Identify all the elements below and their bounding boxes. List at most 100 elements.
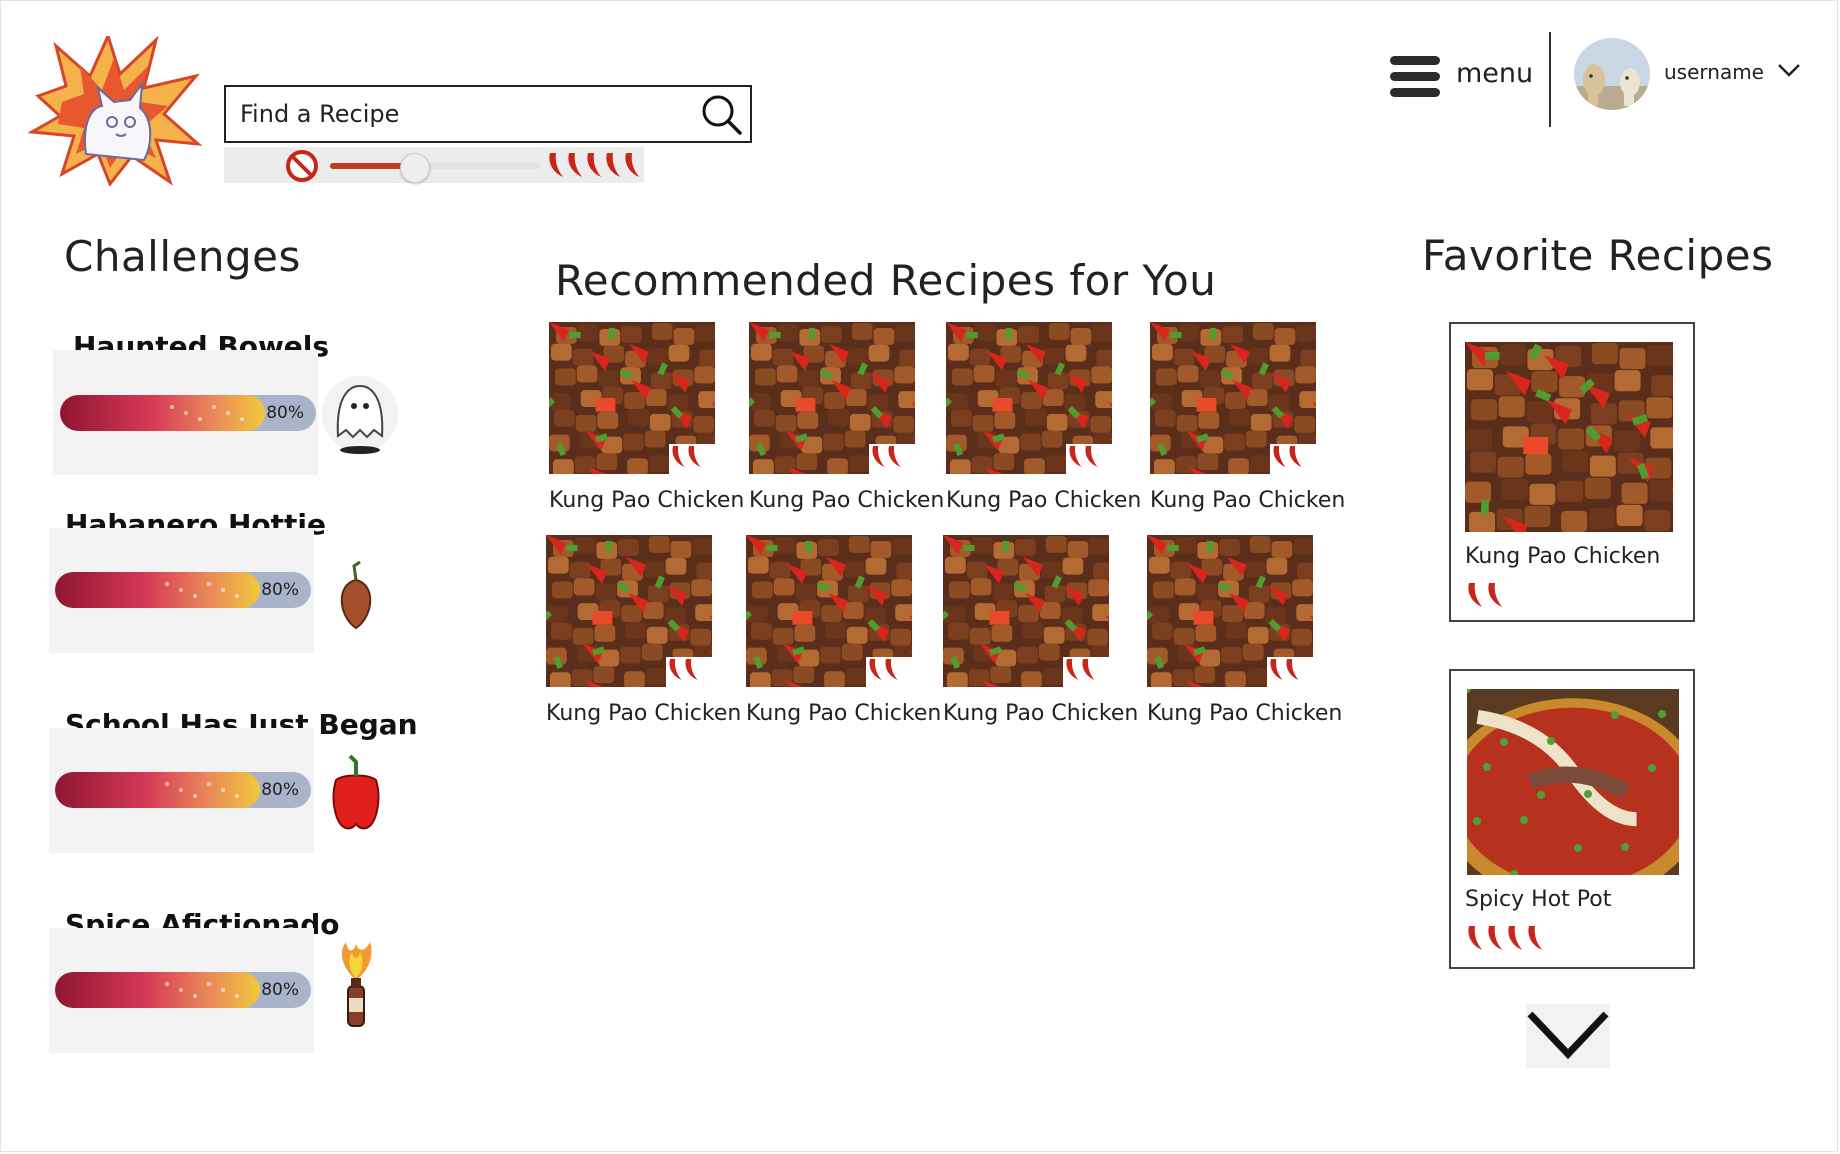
favorite-recipe-card[interactable]: Spicy Hot Pot [1449,669,1695,969]
username-label[interactable]: username [1664,60,1764,84]
kung-pao-chicken-photo[interactable] [1143,322,1334,487]
chili-pepper-icon [549,153,564,177]
recipe-card[interactable]: Kung Pao Chicken [1143,322,1345,513]
recipe-card[interactable]: Kung Pao Chicken [742,322,944,513]
progress-fill [55,572,260,608]
chevron-down-icon[interactable] [1777,62,1801,78]
progress-sparkle [193,594,197,598]
search-bar[interactable] [224,85,752,143]
spicy-cat-logo[interactable] [28,36,206,186]
chili-pepper-icon [1468,926,1483,950]
user-avatar[interactable] [1574,38,1650,110]
habanero-icon [340,560,372,630]
progress-sparkle [221,588,225,592]
kung-pao-chicken-photo[interactable] [939,322,1130,487]
progress-label: 80% [261,780,299,800]
progress-fill [55,972,260,1008]
progress-sparkle [235,994,239,998]
chili-pepper-icon [568,153,583,177]
search-input[interactable] [238,99,702,129]
kung-pao-chicken-photo[interactable] [739,535,930,700]
recipe-name[interactable]: Kung Pao Chicken [943,701,1138,726]
recipe-name[interactable]: Kung Pao Chicken [1147,701,1342,726]
challenge-progress-bar: 80% [55,772,311,808]
progress-sparkle [207,982,211,986]
recipe-name[interactable]: Kung Pao Chicken [749,488,944,513]
progress-label: 80% [261,980,299,1000]
chili-pepper-icon [1488,926,1503,950]
progress-label: 80% [266,403,304,423]
progress-fill [60,395,265,431]
progress-sparkle [207,782,211,786]
recipe-name[interactable]: Kung Pao Chicken [549,488,744,513]
progress-sparkle [198,417,202,421]
hamburger-menu-icon[interactable] [1390,54,1440,100]
progress-sparkle [179,588,183,592]
recipe-card[interactable]: Kung Pao Chicken [542,322,744,513]
progress-sparkle [193,994,197,998]
challenges-title: Challenges [64,232,301,281]
progress-sparkle [221,788,225,792]
kung-pao-chicken-photo[interactable] [1140,535,1331,700]
favorites-title: Favorite Recipes [1422,231,1774,280]
progress-sparkle [184,411,188,415]
progress-sparkle [221,988,225,992]
progress-sparkle [179,988,183,992]
ghost-icon [322,376,398,454]
chili-pepper-icon [1468,583,1483,607]
kung-pao-chicken-photo[interactable] [1465,342,1673,532]
progress-fill [55,772,260,808]
recipe-card[interactable]: Kung Pao Chicken [936,535,1138,726]
spice-slider-handle[interactable] [400,153,430,183]
progress-sparkle [235,594,239,598]
search-icon[interactable] [698,91,744,137]
chili-pepper-icon [1528,926,1543,950]
kung-pao-chicken-photo[interactable] [936,535,1127,700]
recipe-card[interactable]: Kung Pao Chicken [1140,535,1342,726]
favorite-recipe-name[interactable]: Spicy Hot Pot [1465,887,1611,912]
recipe-name[interactable]: Kung Pao Chicken [1150,488,1345,513]
progress-sparkle [165,982,169,986]
header-divider [1549,32,1551,127]
no-spice-icon[interactable] [284,148,320,184]
kung-pao-chicken-photo[interactable] [542,322,733,487]
chili-pepper-icon [606,153,621,177]
progress-sparkle [240,417,244,421]
max-spice-peppers-icon[interactable] [546,150,646,182]
hot-pot-photo[interactable] [1467,689,1679,875]
bell-pepper-icon [332,754,380,830]
chili-pepper-icon [625,153,640,177]
hot-sauce-icon [341,942,372,1027]
progress-sparkle [235,794,239,798]
chili-pepper-icon [1488,583,1503,607]
progress-sparkle [226,411,230,415]
recipe-name[interactable]: Kung Pao Chicken [546,701,741,726]
favorite-recipe-card[interactable]: Kung Pao Chicken [1449,322,1695,622]
spice-rating-icon [1468,926,1543,950]
recipe-name[interactable]: Kung Pao Chicken [946,488,1141,513]
menu-label[interactable]: menu [1456,58,1533,89]
progress-sparkle [170,405,174,409]
progress-label: 80% [261,580,299,600]
progress-sparkle [212,405,216,409]
recommended-title: Recommended Recipes for You [555,256,1217,305]
progress-sparkle [179,788,183,792]
kung-pao-chicken-photo[interactable] [539,535,730,700]
show-more-favorites-button[interactable] [1526,1004,1610,1068]
recipe-card[interactable]: Kung Pao Chicken [739,535,941,726]
progress-sparkle [165,582,169,586]
challenge-progress-bar: 80% [55,972,311,1008]
spice-rating-icon [1468,583,1503,607]
chevron-down-icon [1527,1011,1609,1060]
challenge-progress-bar: 80% [60,395,316,431]
recipe-card[interactable]: Kung Pao Chicken [939,322,1141,513]
progress-sparkle [207,582,211,586]
progress-sparkle [193,794,197,798]
recipe-name[interactable]: Kung Pao Chicken [746,701,941,726]
progress-sparkle [165,782,169,786]
recipe-card[interactable]: Kung Pao Chicken [539,535,741,726]
challenge-progress-bar: 80% [55,572,311,608]
kung-pao-chicken-photo[interactable] [742,322,933,487]
chili-pepper-icon [587,153,602,177]
favorite-recipe-name[interactable]: Kung Pao Chicken [1465,544,1660,569]
